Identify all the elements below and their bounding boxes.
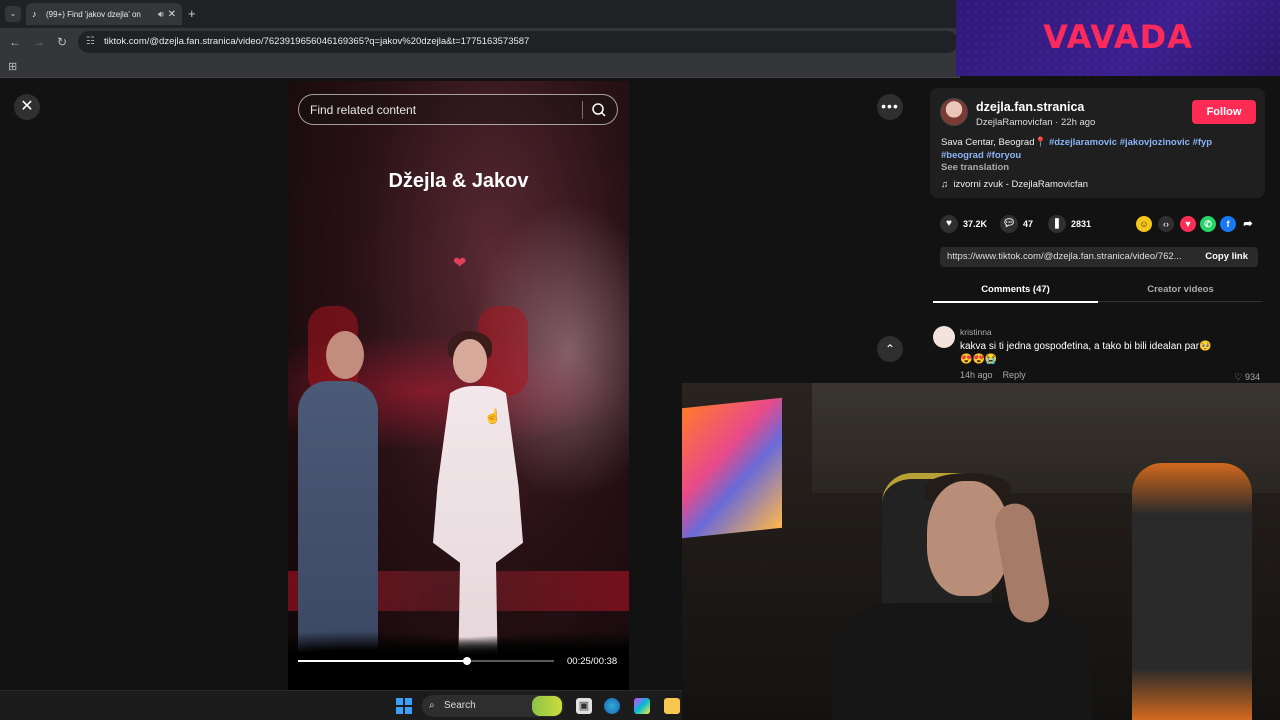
video-overlay-title: Džejla & Jakov (388, 170, 529, 192)
comment-meta: 14h ago Reply (960, 370, 1026, 380)
music-note-icon: ♫ (941, 179, 949, 190)
bookmark-icon: ❚ (1048, 215, 1066, 233)
weather-widget-icon[interactable] (532, 696, 562, 716)
tab-creator-videos[interactable]: Creator videos (1098, 284, 1263, 295)
comment-like-count[interactable]: ♡ 934 (1234, 372, 1260, 383)
browser-nav-bar: ← → ↻ ☷ tiktok.com/@dzejla.fan.stranica/… (0, 28, 960, 56)
music-title: izvorni zvuk - DzejlaRamovicfan (953, 179, 1089, 190)
hashtags-line-2[interactable]: #beograd #foryou (941, 150, 1021, 161)
like-count: 37.2K (963, 219, 988, 229)
url-text: tiktok.com/@dzejla.fan.stranica/video/76… (104, 36, 530, 47)
embed-code-icon[interactable]: ‹› (1158, 216, 1174, 232)
video-timecode: 00:25/00:38 (567, 656, 618, 667)
tab-title: (99+) Find 'jakov dzejla' on (46, 9, 141, 19)
comment-username[interactable]: kristinna (960, 327, 992, 337)
search-divider (582, 101, 583, 119)
comment-text: kakva si ti jedna gospođetina, a tako bi… (960, 340, 1230, 366)
post-subline: DzejlaRamovicfan · 22h ago (976, 117, 1096, 128)
reload-icon[interactable]: ↻ (57, 35, 67, 49)
windows-taskbar: ⌕ Search ▣ (0, 690, 682, 720)
post-description: Sava Centar, Beograd📍 #dzejlaramovic #ja… (941, 137, 1251, 162)
room-tv (682, 397, 782, 539)
back-arrow-icon[interactable]: ← (9, 35, 21, 49)
bookmarks-bar: ⊞ (0, 56, 960, 78)
music-link[interactable]: ♫ izvorni zvuk - DzejlaRamovicfan (941, 179, 1088, 190)
like-button[interactable]: ♥ 37.2K (940, 215, 987, 233)
tab-comments[interactable]: Comments (47) (933, 284, 1098, 303)
comment-emojis: 😍😍😭 (960, 354, 998, 365)
address-bar[interactable]: ☷ tiktok.com/@dzejla.fan.stranica/video/… (78, 31, 958, 53)
share-link-url[interactable]: https://www.tiktok.com/@dzejla.fan.stran… (947, 247, 1192, 267)
comment-body: kakva si ti jedna gospođetina, a tako bi… (960, 341, 1212, 352)
see-translation-link[interactable]: See translation (941, 162, 1009, 173)
whatsapp-icon[interactable]: ✆ (1200, 216, 1216, 232)
browser-tab-bar: ⌄ ♪ (99+) Find 'jakov dzejla' on 🔊︎ ✕ + (0, 0, 960, 28)
save-count: 2831 (1071, 219, 1092, 229)
previous-video-button[interactable]: ⌃ (877, 336, 903, 362)
heart-prop: ❤ (453, 255, 467, 272)
tiktok-icon: ♪ (32, 9, 37, 19)
related-search-bar[interactable]: Find related content (298, 94, 618, 125)
list-item: kristinna kakva si ti jedna gospođetina,… (933, 324, 1268, 384)
gaming-chair (1132, 463, 1252, 720)
apps-grid-icon[interactable]: ⊞ (8, 60, 17, 73)
facebook-icon[interactable]: f (1220, 216, 1236, 232)
post-side-panel: dzejla.fan.stranica DzejlaRamovicfan · 2… (918, 78, 1280, 383)
friends-share-icon[interactable]: ☺ (1136, 216, 1152, 232)
close-tab-icon[interactable]: ✕ (168, 9, 176, 20)
search-icon[interactable] (591, 102, 607, 118)
close-viewer-button[interactable]: ✕ (14, 94, 40, 120)
comment-button[interactable]: 💬︎ 47 (1000, 215, 1033, 233)
post-location: Sava Centar, Beograd📍 (941, 137, 1047, 148)
hand-cursor-icon: ☝ (484, 408, 502, 424)
tab-search-menu-button[interactable]: ⌄ (5, 6, 21, 22)
file-explorer-icon[interactable] (664, 698, 680, 714)
female-singer-head (453, 339, 487, 383)
search-icon: ⌕ (429, 700, 435, 711)
copy-link-button[interactable]: Copy link (1205, 247, 1248, 267)
more-options-button[interactable]: ••• (877, 94, 903, 120)
heart-icon: ♥ (940, 215, 958, 233)
browser-tab[interactable]: ♪ (99+) Find 'jakov dzejla' on 🔊︎ ✕ (26, 3, 182, 25)
avatar[interactable] (933, 326, 955, 348)
new-tab-button[interactable]: + (188, 6, 196, 21)
comment-time: 14h ago (960, 370, 993, 380)
webcam-overlay (682, 383, 1280, 720)
search-placeholder: Find related content (310, 103, 417, 117)
streamer-shirt (832, 603, 1092, 720)
taskbar-search-label: Search (444, 700, 476, 711)
windows-start-icon[interactable] (396, 698, 412, 714)
ad-banner[interactable]: VAVADA (956, 0, 1280, 76)
action-bar: ♥ 37.2K 💬︎ 47 ❚ 2831 ☺ ‹› ▼ ✆ f ➦ (940, 215, 1270, 235)
reply-button[interactable]: Reply (1003, 370, 1026, 380)
share-link-box: https://www.tiktok.com/@dzejla.fan.stran… (940, 247, 1258, 267)
crowd-silhouettes (288, 620, 629, 690)
speaker-icon[interactable]: 🔊︎ (158, 9, 164, 20)
site-settings-icon[interactable]: ☷ (86, 31, 95, 53)
male-singer-head (326, 331, 364, 379)
post-username[interactable]: dzejla.fan.stranica (976, 100, 1084, 114)
comment-icon: 💬︎ (1000, 215, 1018, 233)
follow-button[interactable]: Follow (1192, 100, 1256, 124)
video-progress-bar[interactable] (298, 657, 554, 665)
progress-knob[interactable] (462, 657, 471, 665)
edge-browser-icon[interactable] (604, 698, 620, 714)
post-info-card: dzejla.fan.stranica DzejlaRamovicfan · 2… (930, 88, 1265, 198)
task-view-icon[interactable]: ▣ (576, 698, 592, 714)
forward-arrow-icon[interactable]: → (33, 35, 45, 49)
ad-logo: VAVADA (1043, 18, 1193, 56)
copilot-icon[interactable] (634, 698, 650, 714)
send-icon[interactable]: ▼ (1180, 216, 1196, 232)
share-arrow-icon[interactable]: ➦ (1240, 216, 1256, 232)
avatar[interactable] (940, 98, 968, 126)
comments-tabs: Comments (47) Creator videos (933, 278, 1263, 303)
hashtags-line-1[interactable]: #dzejlaramovic #jakovjozinovic #fyp (1049, 137, 1212, 148)
save-button[interactable]: ❚ 2831 (1048, 215, 1091, 233)
comment-count: 47 (1023, 219, 1034, 229)
progress-fill (298, 660, 467, 662)
